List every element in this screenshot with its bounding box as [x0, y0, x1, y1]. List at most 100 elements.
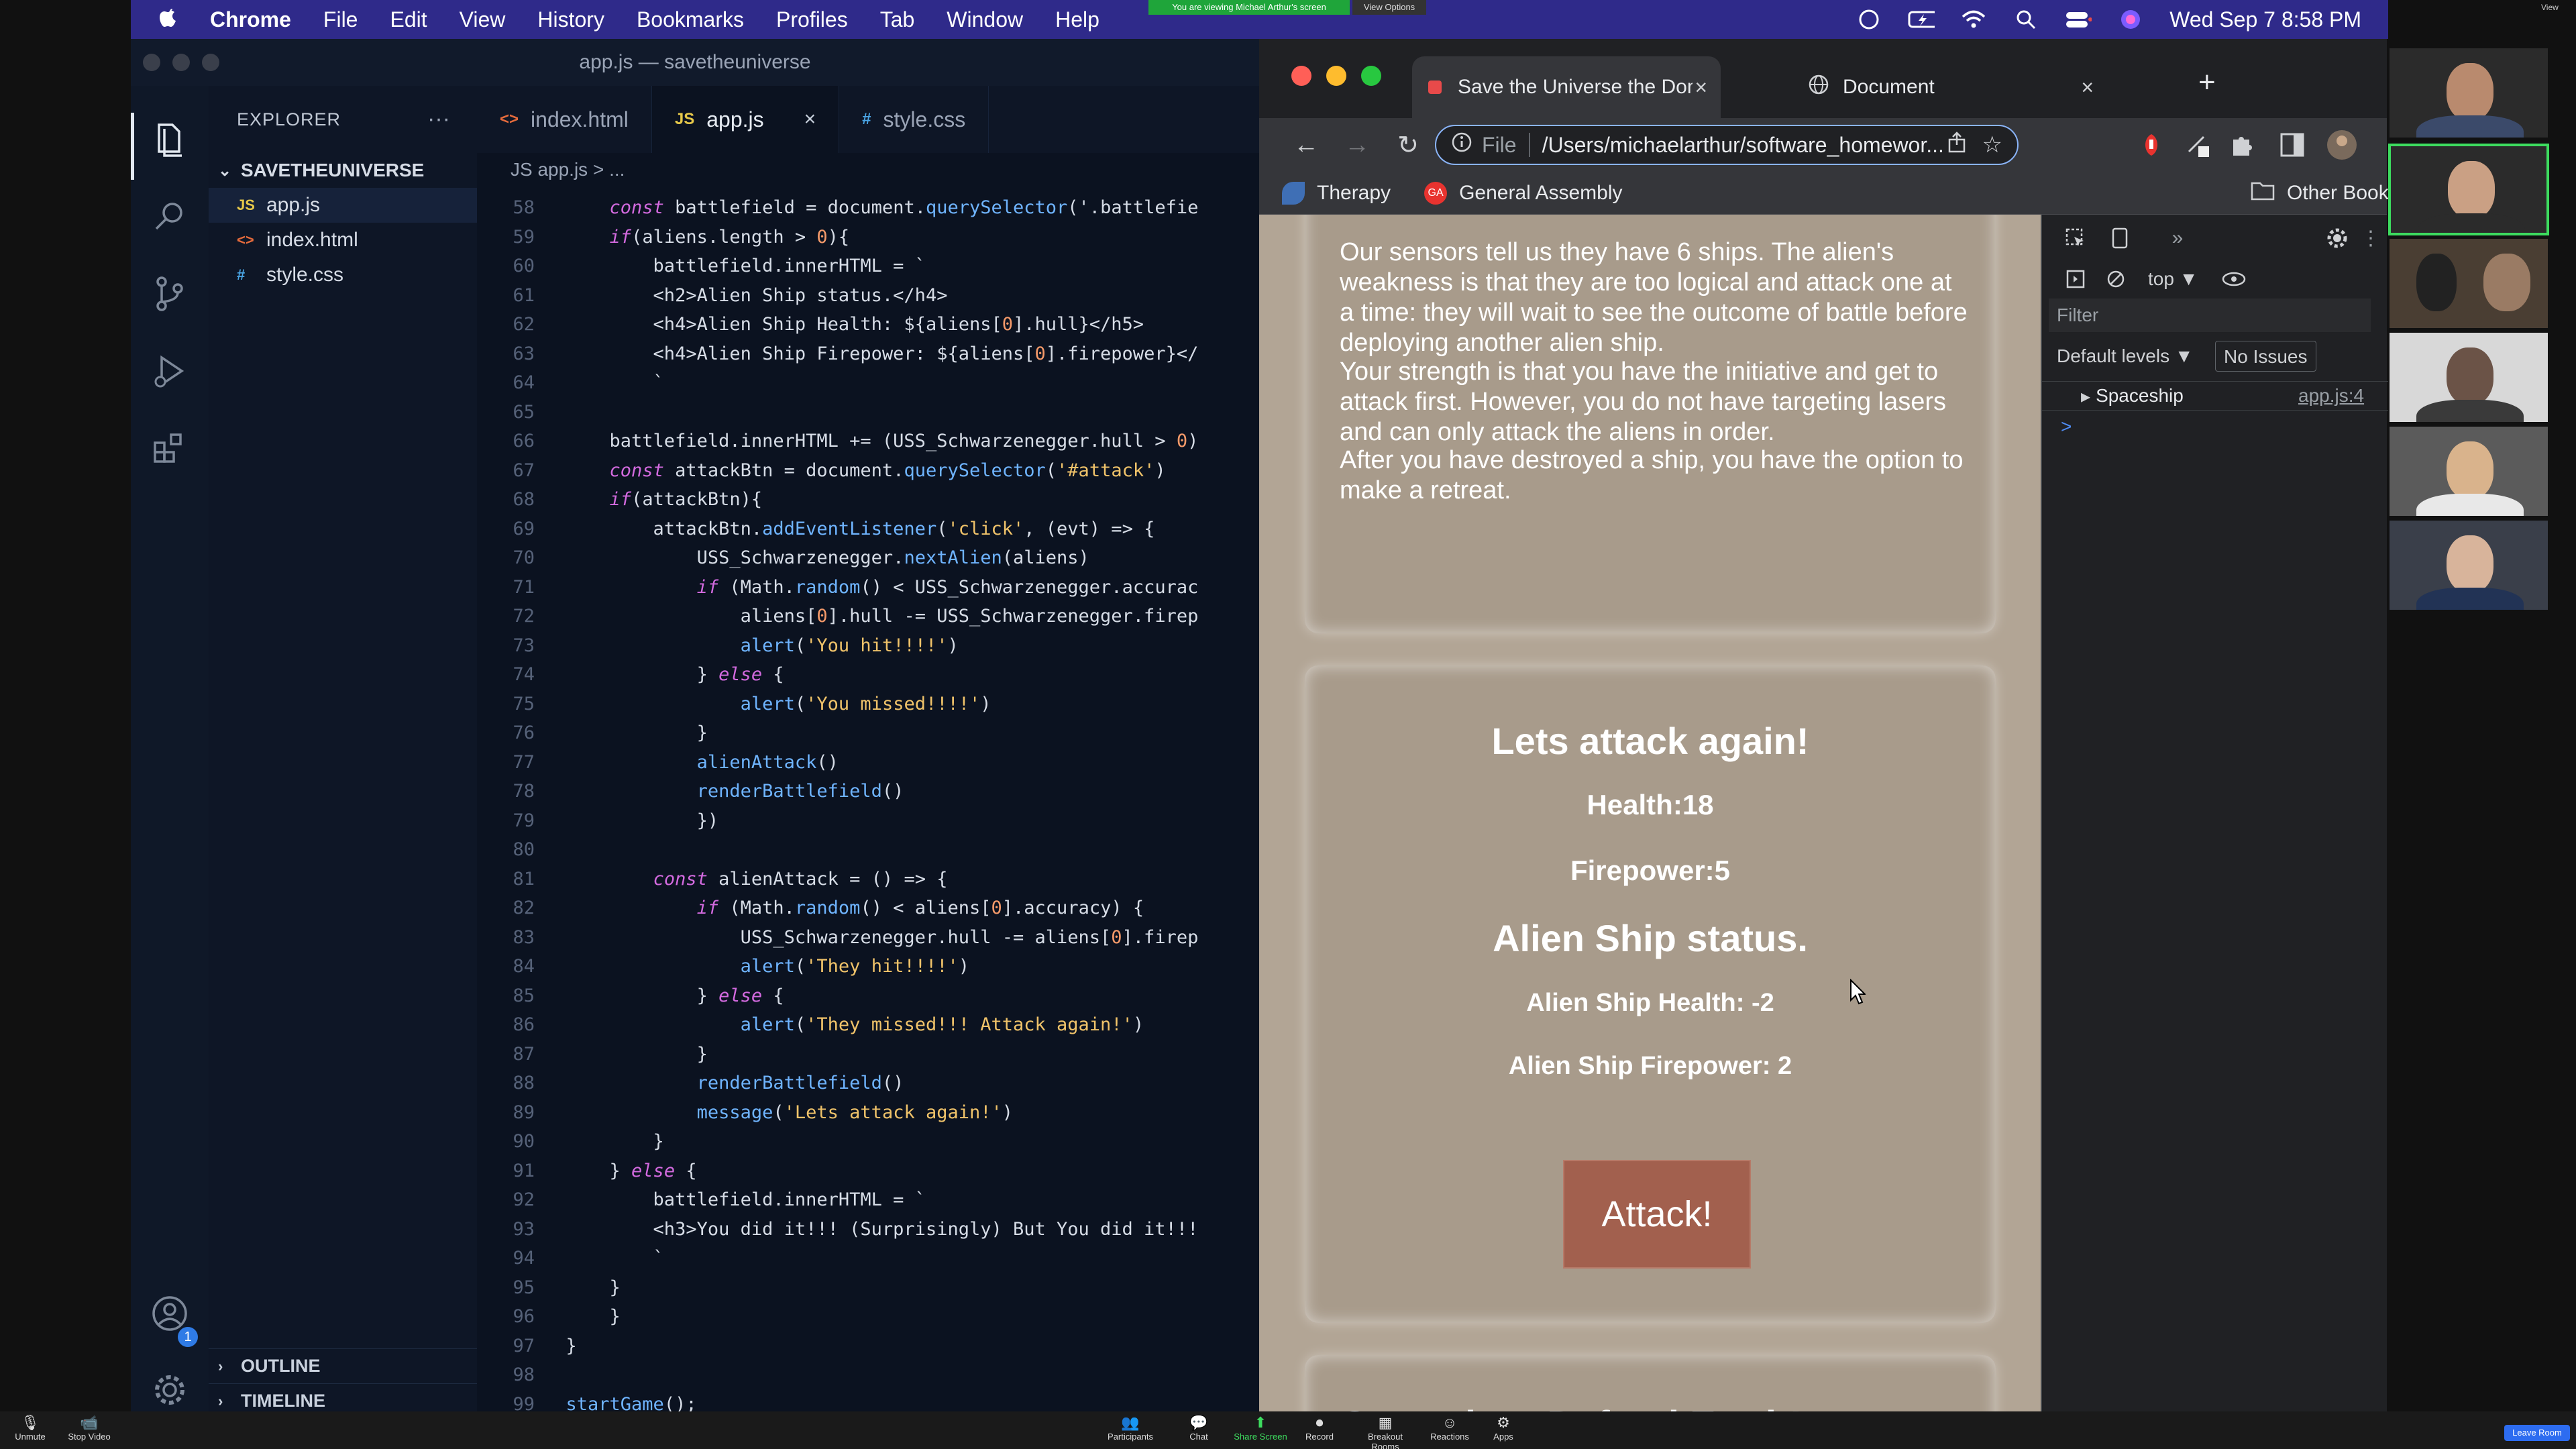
zoom-view-options-button[interactable]: View Options [1352, 0, 1426, 15]
code-line[interactable]: 67 const attackBtn = document.querySelec… [477, 456, 1259, 485]
tab-app-js[interactable]: JS app.js × [651, 86, 840, 153]
participant-video[interactable] [2388, 519, 2549, 611]
explorer-icon[interactable] [150, 119, 190, 160]
search-icon[interactable] [150, 197, 190, 237]
battery-icon[interactable] [1908, 9, 1935, 30]
eye-icon[interactable] [2219, 264, 2249, 294]
breakout-rooms-button[interactable]: ▦ Breakout Rooms [1355, 1414, 1415, 1449]
inspect-element-icon[interactable] [2061, 223, 2090, 253]
code-line[interactable]: 68 if(attackBtn){ [477, 485, 1259, 514]
profile-avatar[interactable] [2326, 129, 2358, 164]
tab-style-css[interactable]: # style.css [839, 86, 989, 153]
share-screen-button[interactable]: ⬆ Share Screen [1230, 1414, 1291, 1442]
participant-video-active[interactable] [2388, 144, 2549, 235]
bookmark-star-icon[interactable]: ☆ [1982, 131, 2002, 158]
file-app-js[interactable]: JS app.js [209, 188, 477, 223]
apple-icon[interactable] [158, 5, 191, 35]
stop-video-button[interactable]: 📹 Stop Video [59, 1414, 119, 1442]
explorer-more-button[interactable]: ··· [427, 106, 450, 132]
log-source-link[interactable]: app.js:4 [2298, 385, 2364, 407]
menu-view[interactable]: View [460, 7, 506, 32]
menu-help[interactable]: Help [1055, 7, 1099, 32]
zoom-window-button[interactable] [1361, 66, 1381, 86]
code-line[interactable]: 97 } [477, 1332, 1259, 1360]
close-window-button[interactable] [1291, 66, 1311, 86]
console-log-row[interactable]: ▸ Spaceship app.js:4 [2042, 381, 2388, 411]
forward-icon[interactable]: → [1337, 125, 1377, 165]
code-line[interactable]: 85 } else { [477, 981, 1259, 1010]
tab-document[interactable]: Document × [1792, 56, 2107, 118]
workspace-folder[interactable]: ⌄ SAVETHEUNIVERSE [209, 153, 477, 188]
sidebar-toggle-icon[interactable] [2061, 264, 2090, 294]
menu-file[interactable]: File [323, 7, 358, 32]
side-panel-icon[interactable] [2279, 131, 2306, 162]
code-line[interactable]: 69 attackBtn.addEventListener('click', (… [477, 515, 1259, 543]
console-filter-input[interactable]: Filter [2049, 299, 2371, 332]
minimize-window-button[interactable] [172, 54, 190, 71]
code-line[interactable]: 81 const alienAttack = () => { [477, 865, 1259, 894]
code-line[interactable]: 60 battlefield.innerHTML = ` [477, 252, 1259, 280]
code-line[interactable]: 62 <h4>Alien Ship Health: ${aliens[0].hu… [477, 310, 1259, 339]
code-line[interactable]: 59 if(aliens.length > 0){ [477, 223, 1259, 252]
close-tab-icon[interactable]: × [1695, 75, 1707, 100]
menu-tab[interactable]: Tab [880, 7, 915, 32]
minimize-window-button[interactable] [1326, 66, 1346, 86]
code-line[interactable]: 92 battlefield.innerHTML = ` [477, 1185, 1259, 1214]
code-line[interactable]: 66 battlefield.innerHTML += (USS_Schwarz… [477, 427, 1259, 455]
close-window-button[interactable] [143, 54, 160, 71]
close-tab-icon[interactable]: × [2081, 75, 2094, 100]
bookmark-therapy[interactable]: Therapy [1282, 181, 1391, 205]
code-line[interactable]: 74 } else { [477, 660, 1259, 689]
code-line[interactable]: 84 alert('They hit!!!!') [477, 952, 1259, 981]
menu-bookmarks[interactable]: Bookmarks [637, 7, 744, 32]
code-line[interactable]: 94 ` [477, 1244, 1259, 1273]
chat-button[interactable]: 💬 Chat [1169, 1414, 1229, 1442]
share-icon[interactable] [1947, 131, 1966, 158]
extension-note-icon[interactable] [2185, 131, 2212, 162]
siri-icon[interactable] [2117, 9, 2144, 30]
code-line[interactable]: 87 } [477, 1040, 1259, 1069]
info-icon[interactable] [1451, 131, 1472, 158]
code-line[interactable]: 88 renderBattlefield() [477, 1069, 1259, 1097]
code-line[interactable]: 76 } [477, 718, 1259, 747]
control-center-icon[interactable] [2065, 9, 2092, 30]
log-levels-dropdown[interactable]: Default levels ▼ [2049, 341, 2202, 372]
unmute-button[interactable]: 🎙 Unmute [0, 1414, 60, 1442]
reactions-button[interactable]: ☺ Reactions [1419, 1414, 1480, 1442]
apps-button[interactable]: ⚙ Apps [1473, 1414, 1534, 1442]
participant-video[interactable] [2388, 47, 2549, 139]
participant-video[interactable] [2388, 237, 2549, 329]
new-tab-button[interactable]: + [2198, 66, 2216, 99]
code-line[interactable]: 95 } [477, 1273, 1259, 1302]
breadcrumb[interactable]: JS app.js > ... [477, 153, 1259, 186]
menu-profiles[interactable]: Profiles [776, 7, 848, 32]
participants-button[interactable]: 👥 Participants [1100, 1414, 1161, 1442]
console-prompt[interactable]: > [2042, 413, 2388, 440]
code-line[interactable]: 91 } else { [477, 1157, 1259, 1185]
context-selector[interactable]: top ▼ [2148, 268, 2198, 290]
code-line[interactable]: 70 USS_Schwarzenegger.nextAlien(aliens) [477, 543, 1259, 572]
leave-room-button[interactable]: Leave Room [2504, 1425, 2570, 1441]
menu-app-name[interactable]: Chrome [210, 7, 291, 32]
file-index-html[interactable]: <> index.html [209, 223, 477, 258]
code-line[interactable]: 72 aliens[0].hull -= USS_Schwarzenegger.… [477, 602, 1259, 631]
gear-icon[interactable] [2322, 223, 2352, 253]
search-icon[interactable] [2012, 9, 2039, 30]
code-line[interactable]: 61 <h2>Alien Ship status.</h4> [477, 281, 1259, 310]
tab-index-html[interactable]: <> index.html [477, 86, 652, 153]
menu-history[interactable]: History [537, 7, 604, 32]
code-line[interactable]: 90 } [477, 1127, 1259, 1156]
log-object[interactable]: Spaceship [2096, 385, 2184, 407]
code-line[interactable]: 58 const battlefield = document.querySel… [477, 193, 1259, 222]
code-line[interactable]: 77 alienAttack() [477, 748, 1259, 777]
puzzle-icon[interactable] [2228, 130, 2255, 163]
device-toolbar-icon[interactable] [2105, 223, 2135, 253]
code-editor[interactable]: 58 const battlefield = document.querySel… [477, 186, 1259, 1411]
code-line[interactable]: 80 [477, 835, 1259, 864]
other-bookmarks[interactable]: Other Bookm [2251, 180, 2406, 206]
code-line[interactable]: 75 alert('You missed!!!!') [477, 690, 1259, 718]
wifi-icon[interactable] [1960, 9, 1987, 30]
code-line[interactable]: 99 startGame(); [477, 1390, 1259, 1412]
code-line[interactable]: 82 if (Math.random() < aliens[0].accurac… [477, 894, 1259, 922]
code-line[interactable]: 86 alert('They missed!!! Attack again!') [477, 1010, 1259, 1039]
